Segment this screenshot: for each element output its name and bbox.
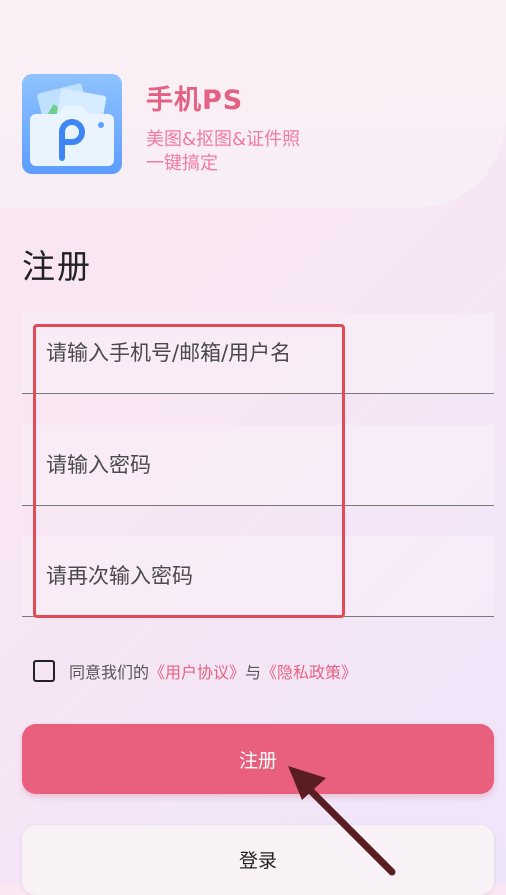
app-slogan: 美图&抠图&证件照 一键搞定 — [146, 128, 300, 176]
password-input[interactable] — [46, 425, 466, 505]
account-input[interactable] — [46, 313, 466, 393]
login-button[interactable]: 登录 — [22, 825, 494, 895]
slogan-line-2: 一键搞定 — [146, 153, 218, 174]
privacy-policy-link[interactable]: 《隐私政策》 — [261, 659, 357, 683]
user-agreement-link[interactable]: 《用户协议》 — [149, 659, 245, 683]
account-field[interactable] — [22, 313, 494, 394]
confirm-password-input[interactable] — [46, 536, 466, 616]
agreement-joiner: 与 — [245, 663, 262, 682]
confirm-password-field[interactable] — [22, 536, 494, 617]
page-title: 注册 — [22, 247, 92, 286]
login-button-label: 登录 — [238, 849, 277, 872]
app-name: 手机PS — [146, 85, 244, 116]
password-field[interactable] — [22, 425, 494, 506]
register-button[interactable]: 注册 — [22, 724, 494, 794]
agreement-prefix: 同意我们的 — [69, 663, 150, 682]
app-logo-icon — [22, 74, 122, 174]
slogan-line-1: 美图&抠图&证件照 — [146, 129, 301, 150]
agreement-checkbox[interactable] — [33, 660, 55, 682]
agreement-row: 同意我们的 《用户协议》 与 《隐私政策》 — [33, 658, 357, 684]
